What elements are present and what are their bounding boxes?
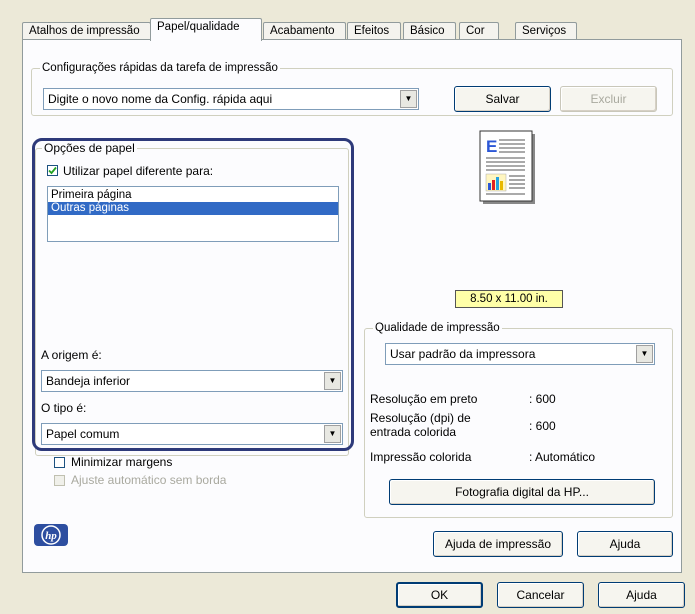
quick-settings-combo[interactable]: Digite o novo nome da Config. rápida aqu… <box>43 88 419 110</box>
hp-digital-photo-button[interactable]: Fotografia digital da HP... <box>389 479 655 505</box>
borderless-label: Ajuste automático sem borda <box>71 473 227 487</box>
tab-label: Papel/qualidade <box>157 21 240 33</box>
help-button-dialog[interactable]: Ajuda <box>598 582 685 608</box>
quick-settings-title: Configurações rápidas da tarefa de impre… <box>40 61 280 75</box>
print-quality-combo[interactable]: Usar padrão da impressora ▼ <box>385 343 655 365</box>
color-resolution-label-line2: entrada colorida <box>370 425 457 439</box>
tab-bar: Atalhos de impressão Papel/qualidade Aca… <box>22 14 682 41</box>
color-print-label: Impressão colorida <box>370 450 472 464</box>
tab-acabamento[interactable]: Acabamento <box>263 22 346 40</box>
save-button[interactable]: Salvar <box>454 86 551 112</box>
paper-size-label: 8.50 x 11.00 in. <box>455 290 563 308</box>
svg-text:hp: hp <box>45 530 57 542</box>
black-resolution-value: : 600 <box>529 392 556 406</box>
tab-label: Atalhos de impressão <box>29 25 140 37</box>
print-help-button[interactable]: Ajuda de impressão <box>433 531 563 557</box>
tab-efeitos[interactable]: Efeitos <box>347 22 401 40</box>
tab-atalhos-de-impressao[interactable]: Atalhos de impressão <box>22 22 151 40</box>
black-resolution-label: Resolução em preto <box>370 392 478 406</box>
color-print-value: : Automático <box>529 450 596 464</box>
chevron-down-icon: ▼ <box>636 345 653 363</box>
tab-papel-qualidade[interactable]: Papel/qualidade <box>150 18 262 41</box>
minimize-margins-label: Minimizar margens <box>71 455 173 469</box>
cancel-button[interactable]: Cancelar <box>497 582 584 608</box>
color-resolution-value: : 600 <box>529 419 556 433</box>
tab-label: Serviços <box>522 25 567 37</box>
page-preview-icon: E <box>479 130 537 206</box>
tab-cor[interactable]: Cor <box>459 22 499 40</box>
chevron-down-icon: ▼ <box>400 90 417 108</box>
minimize-margins-checkbox[interactable] <box>54 457 65 468</box>
tab-basico[interactable]: Básico <box>403 22 456 40</box>
tab-servicos[interactable]: Serviços <box>515 22 577 40</box>
print-quality-value: Usar padrão da impressora <box>390 347 536 361</box>
highlight-frame <box>32 138 354 451</box>
tab-label: Efeitos <box>354 25 390 37</box>
delete-button[interactable]: Excluir <box>560 86 657 112</box>
svg-text:E: E <box>486 137 497 156</box>
quick-settings-value: Digite o novo nome da Config. rápida aqu… <box>48 92 273 106</box>
tab-panel-papel-qualidade: Configurações rápidas da tarefa de impre… <box>22 39 682 573</box>
hp-logo: hp <box>34 524 68 546</box>
print-quality-title: Qualidade de impressão <box>373 321 502 335</box>
tab-label: Básico <box>410 25 445 37</box>
help-button-panel[interactable]: Ajuda <box>577 531 673 557</box>
tab-label: Acabamento <box>270 25 335 37</box>
tab-label: Cor <box>466 25 485 37</box>
color-resolution-label-line1: Resolução (dpi) de <box>370 411 471 425</box>
ok-button[interactable]: OK <box>396 582 483 608</box>
borderless-checkbox[interactable] <box>54 475 65 486</box>
